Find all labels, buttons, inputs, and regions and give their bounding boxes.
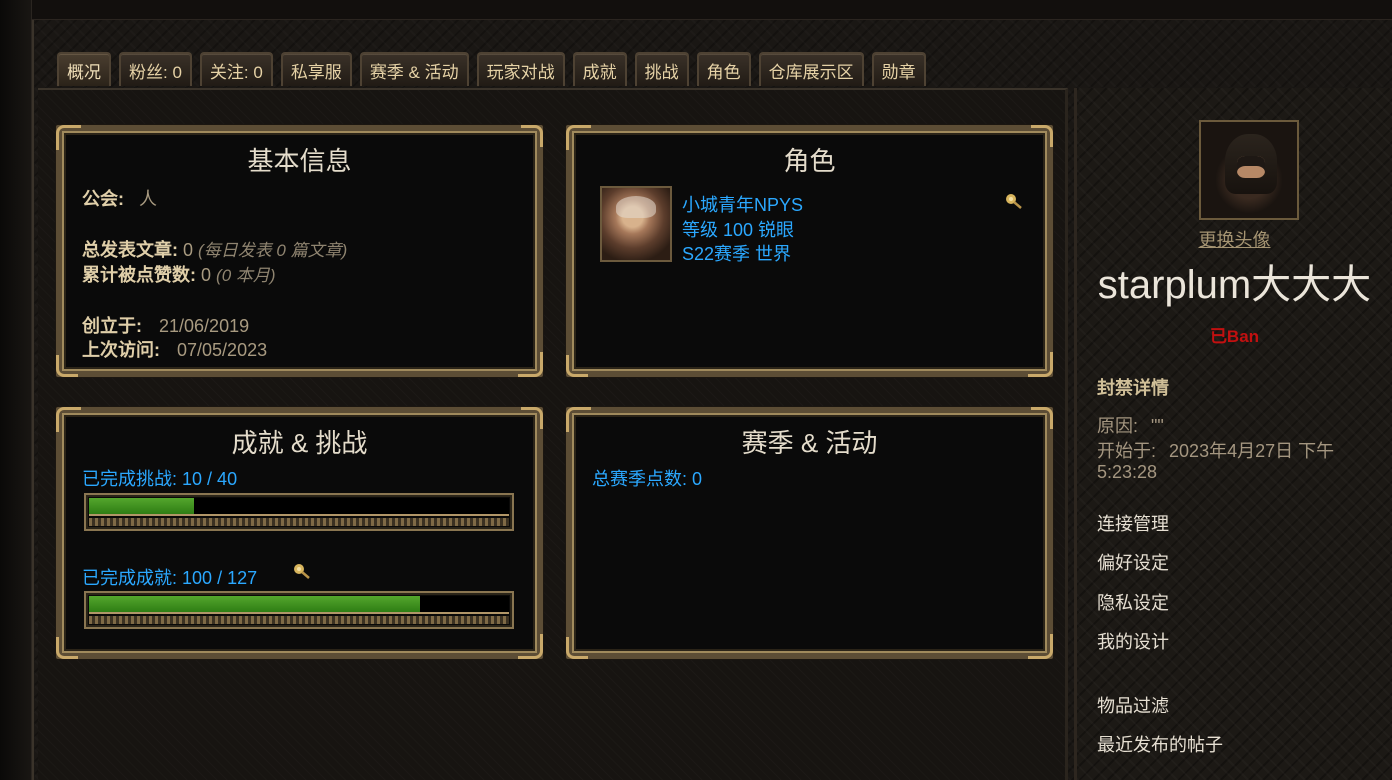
character-level-class: 等级 100 锐眼 [682, 220, 795, 240]
tab-stash-showcase[interactable]: 仓库展示区 [758, 52, 864, 86]
change-avatar-link[interactable]: 更换头像 [1077, 226, 1392, 252]
link-connections[interactable]: 连接管理 [1097, 510, 1169, 536]
tab-pvp[interactable]: 玩家对战 [476, 52, 565, 86]
posts-row: 总发表文章: 0 (每日发表 0 篇文章) [82, 240, 348, 260]
avatar[interactable] [1199, 120, 1299, 220]
last-visit-row: 上次访问: 07/05/2023 [82, 340, 268, 360]
profile-page: 概况 粉丝: 0 关注: 0 私享服 赛季 & 活动 玩家对战 成就 挑战 角色… [0, 0, 1392, 780]
tab-overview[interactable]: 概况 [57, 52, 111, 86]
link-privacy[interactable]: 隐私设定 [1097, 589, 1169, 615]
achievements-completed: 已完成成就: 100 / 127 [82, 568, 258, 588]
season-title: 赛季 & 活动 [741, 428, 878, 458]
guild-row: 公会: 人 [82, 189, 158, 209]
character-season-realm: S22赛季 世界 [682, 244, 792, 264]
username: starplum大大大 [1097, 263, 1372, 307]
ban-reason: 原因: "" [1097, 416, 1164, 436]
link-item-filter[interactable]: 物品过滤 [1097, 692, 1169, 718]
link-my-designs[interactable]: 我的设计 [1097, 628, 1169, 654]
achievements-panel: 成就 & 挑战 已完成挑战: 10 / 40 已完成成就: 100 / 127 [56, 407, 543, 659]
pushpin-icon[interactable] [1004, 193, 1024, 211]
character-portrait[interactable] [600, 186, 672, 262]
status-badge: 已Ban [1209, 327, 1260, 346]
profile-tabs: 概况 粉丝: 0 关注: 0 私享服 赛季 & 活动 玩家对战 成就 挑战 角色… [57, 52, 926, 86]
top-border [32, 0, 1392, 20]
season-panel: 赛季 & 活动 总赛季点数: 0 [566, 407, 1053, 659]
basic-info-panel: 基本信息 公会: 人 总发表文章: 0 (每日发表 0 篇文章) 累计被点赞数:… [56, 125, 543, 377]
tab-following[interactable]: 关注: 0 [199, 52, 273, 86]
ban-start-time: 5:23:28 [1097, 462, 1158, 482]
challenges-progress-fill [89, 498, 194, 514]
tab-achievements[interactable]: 成就 [572, 52, 627, 86]
created-row: 创立于: 21/06/2019 [82, 316, 250, 336]
pushpin-icon[interactable] [292, 563, 312, 581]
left-border [0, 0, 32, 780]
achievements-title: 成就 & 挑战 [231, 428, 368, 458]
profile-sidebar: 更换头像 starplum大大大 已Ban 封禁详情 原因: "" 开始于: 2… [1074, 88, 1392, 780]
achievements-progress-bar [84, 591, 514, 629]
link-recent-posts[interactable]: 最近发布的帖子 [1097, 731, 1223, 757]
tab-characters[interactable]: 角色 [696, 52, 751, 86]
character-name[interactable]: 小城青年NPYS [682, 191, 803, 217]
tab-season-events[interactable]: 赛季 & 活动 [359, 52, 469, 86]
ban-details-title: 封禁详情 [1097, 378, 1169, 398]
link-preferences[interactable]: 偏好设定 [1097, 549, 1169, 575]
ban-start: 开始于: 2023年4月27日 下午 [1097, 441, 1335, 461]
challenges-progress-bar [84, 493, 514, 531]
character-panel: 角色 小城青年NPYS 等级 100 锐眼 S22赛季 世界 [566, 125, 1053, 377]
tab-followers[interactable]: 粉丝: 0 [119, 52, 192, 86]
character-title: 角色 [783, 146, 836, 176]
tab-challenges[interactable]: 挑战 [634, 52, 689, 86]
guild-value: 人 [139, 189, 158, 209]
challenges-completed: 已完成挑战: 10 / 40 [82, 469, 238, 489]
tab-private-server[interactable]: 私享服 [280, 52, 352, 86]
tab-badges[interactable]: 勋章 [871, 52, 926, 86]
likes-row: 累计被点赞数: 0 (0 本月) [82, 265, 276, 285]
season-points: 总赛季点数: 0 [592, 469, 703, 489]
achievements-progress-fill [89, 596, 420, 612]
basic-info-title: 基本信息 [247, 146, 352, 176]
